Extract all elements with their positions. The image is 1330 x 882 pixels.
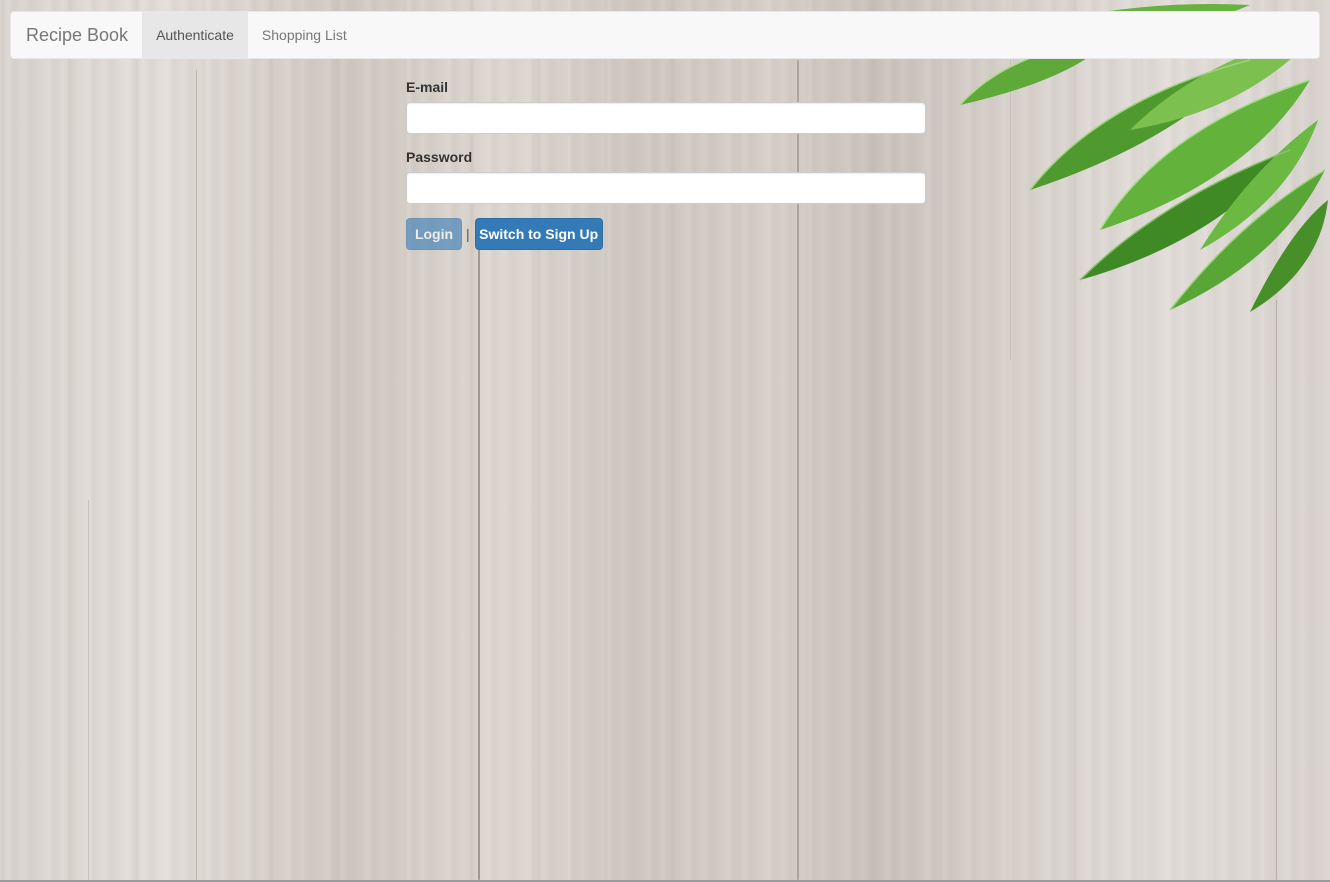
- nav-item-authenticate[interactable]: Authenticate: [142, 12, 248, 58]
- email-group: E-mail: [406, 78, 926, 134]
- navbar: Recipe Book Authenticate Shopping List: [10, 11, 1320, 59]
- button-separator: |: [466, 226, 470, 242]
- form-buttons: Login | Switch to Sign Up: [406, 218, 603, 250]
- login-button[interactable]: Login: [406, 218, 462, 250]
- password-group: Password: [406, 148, 926, 204]
- email-field[interactable]: [406, 102, 926, 134]
- switch-to-signup-button[interactable]: Switch to Sign Up: [474, 218, 603, 250]
- email-label: E-mail: [406, 79, 449, 95]
- nav-item-shopping-list[interactable]: Shopping List: [248, 12, 361, 58]
- password-label: Password: [406, 149, 473, 165]
- navbar-brand[interactable]: Recipe Book: [11, 12, 142, 58]
- password-field[interactable]: [406, 172, 926, 204]
